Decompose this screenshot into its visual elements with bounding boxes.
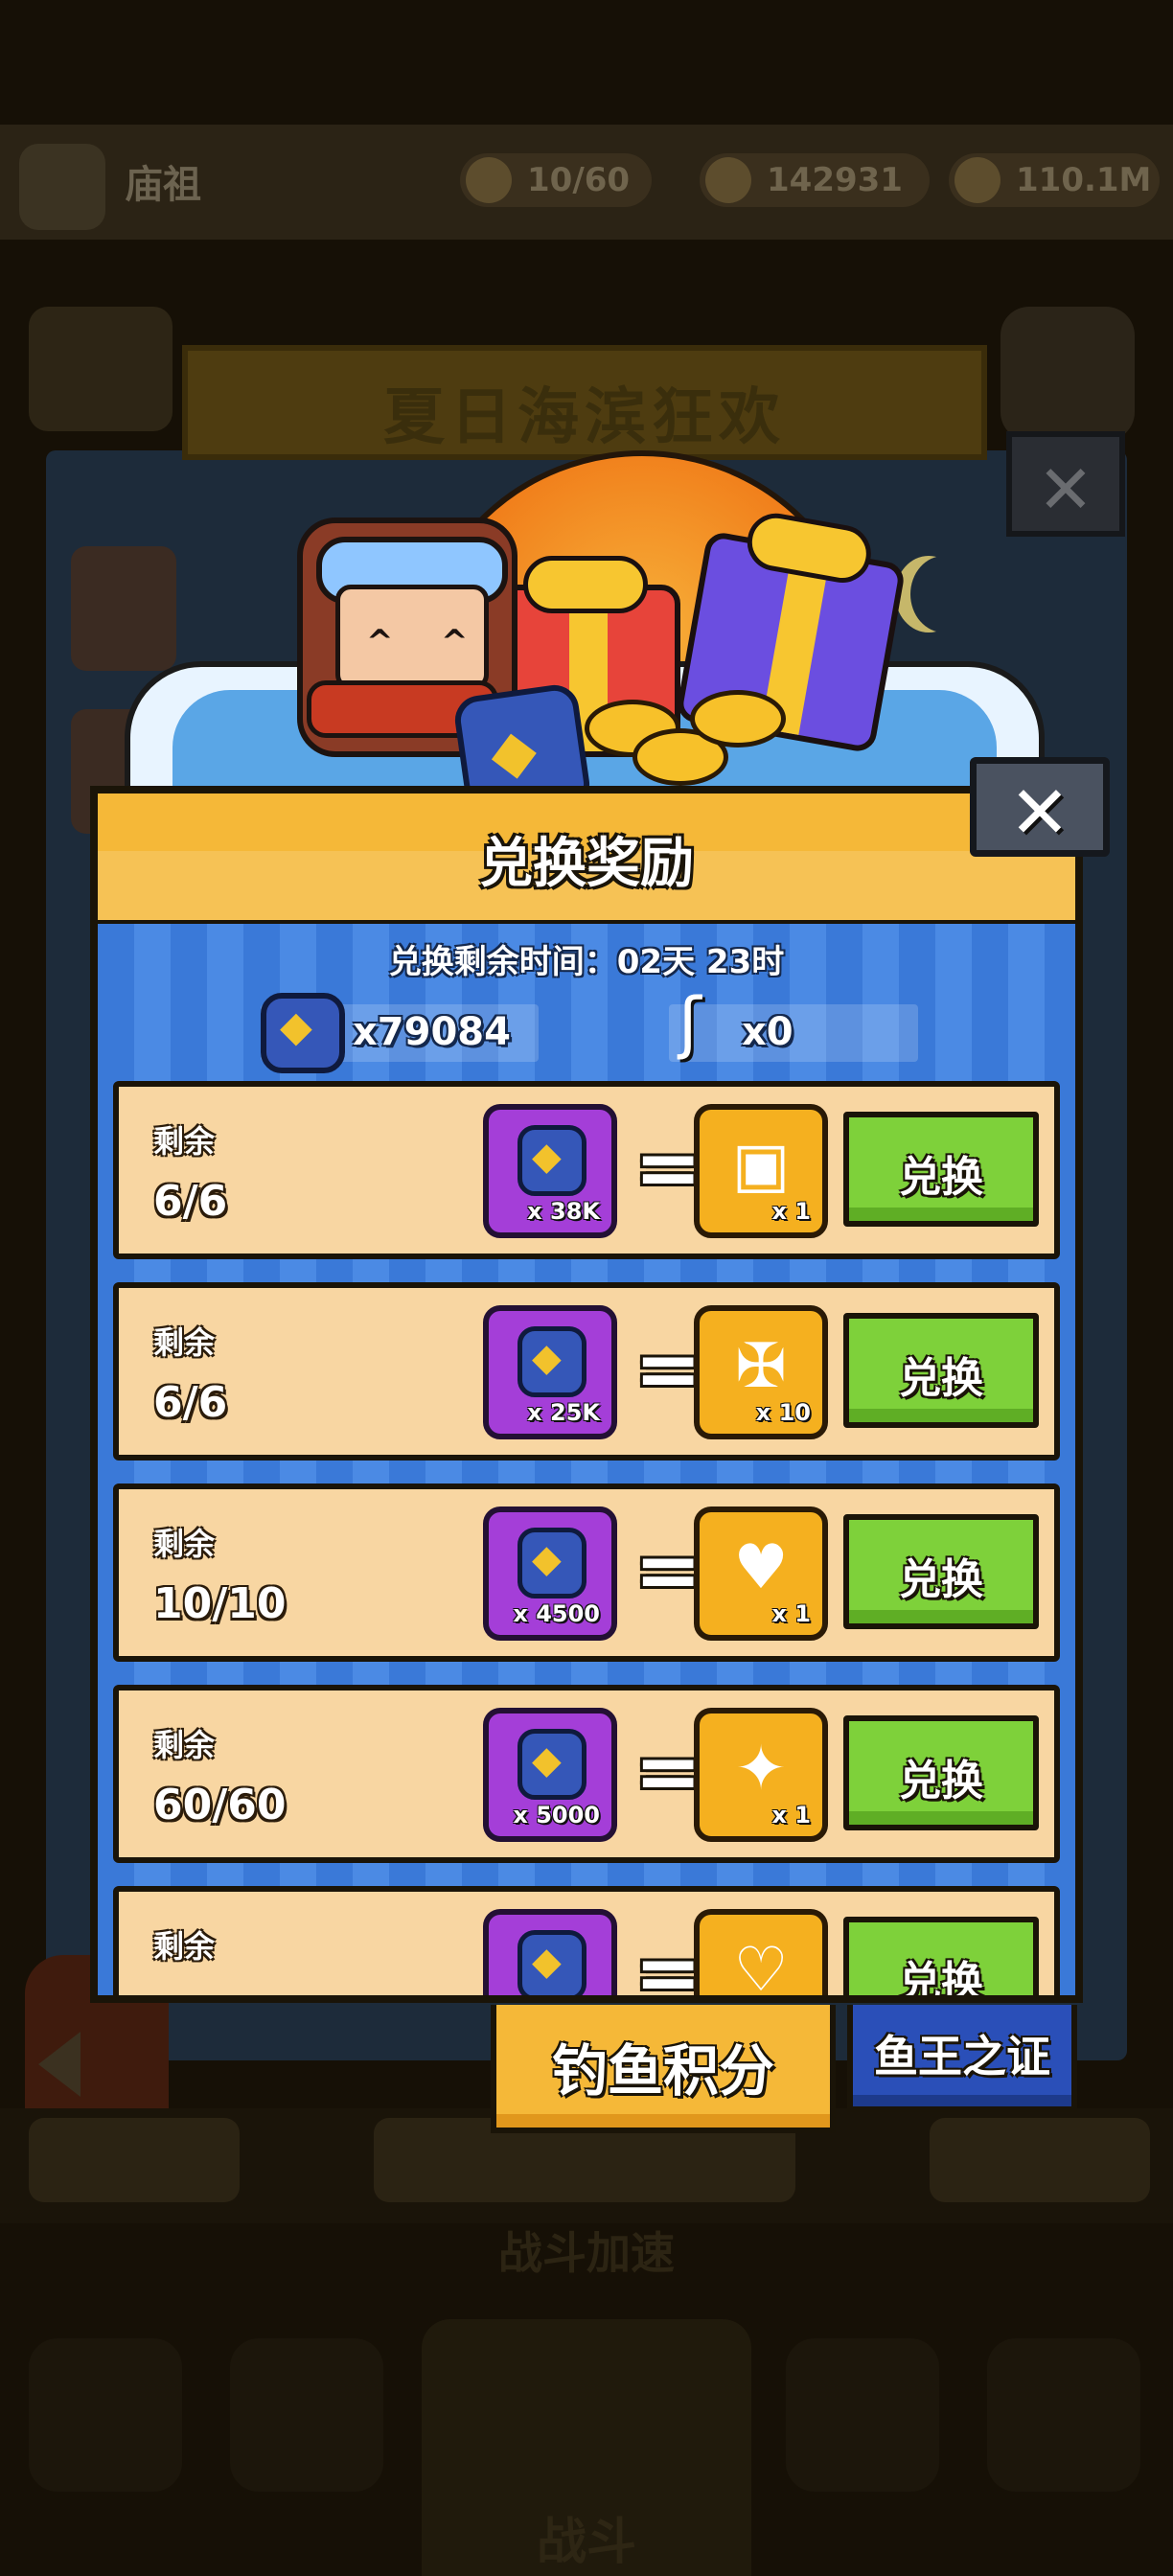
exchange-row: 剩余 ◆ = ♡ 兑换 [113, 1886, 1060, 1995]
treasure-chest-icon: ▣ [731, 1130, 791, 1201]
fish-shield-token-icon: ◆ [518, 1125, 586, 1196]
gem-icon [705, 157, 751, 203]
exchange-button[interactable]: 兑换 [843, 1715, 1039, 1830]
exchange-reward-modal: 兑换奖励 ✕ 兑换剩余时间：02天 23时 ◆ x79084 ʃ x0 剩余 6… [90, 757, 1110, 2003]
reward-quantity: x 1 [771, 1802, 811, 1828]
nav-guild-icon [786, 2338, 939, 2492]
remaining-label: 剩余 [153, 1727, 216, 1763]
exchange-button[interactable]: 兑换 [843, 1917, 1039, 1995]
gold-icon [954, 157, 1000, 203]
fish-shield-token-icon: ◆ [261, 993, 345, 1073]
exchange-timer: 兑换剩余时间：02天 23时 [388, 943, 785, 981]
fish-shield-token-icon: ◆ [518, 1528, 586, 1598]
cost-amount: x 4500 [513, 1600, 600, 1627]
close-icon: ✕ [1009, 770, 1070, 855]
remaining-label: 剩余 [153, 1324, 216, 1361]
reward-quantity: x 1 [771, 1198, 811, 1225]
gold-star-icon: ✦ [735, 1734, 787, 1805]
battle-boost-label: 战斗加速 [498, 2227, 675, 2279]
remaining-count: 60/60 [153, 1781, 287, 1829]
remaining-label: 剩余 [153, 1526, 216, 1562]
exchange-row: 剩余 10/10 ◆ x 4500 = ♥ x 1 兑换 [113, 1484, 1060, 1662]
stamina-icon [466, 157, 512, 203]
exchange-row: 剩余 60/60 ◆ x 5000 = ✦ x 1 兑换 [113, 1685, 1060, 1863]
exchange-row: 剩余 6/6 ◆ x 38K = ▣ x 1 兑换 [113, 1081, 1060, 1259]
reward-tile: ▣ x 1 [694, 1104, 828, 1238]
cost-tile: ◆ [483, 1909, 617, 1995]
moon-art [910, 556, 978, 632]
reward-tile: ✠ x 10 [694, 1305, 828, 1439]
fishing-hook-icon: ʃ [678, 983, 702, 1062]
fish-token-balance: ◆ x79084 [261, 993, 539, 1073]
reward-quantity: x 10 [755, 1399, 811, 1426]
exchange-row: 剩余 6/6 ◆ x 25K = ✠ x 10 兑换 [113, 1282, 1060, 1460]
event-banner: 夏日海滨狂欢 [182, 345, 987, 460]
gold-coin-icon [690, 690, 786, 748]
event-close-button: ✕ [1006, 431, 1125, 537]
equals-icon: = [634, 1724, 702, 1818]
equals-icon: = [634, 1523, 702, 1617]
nav-map-icon [987, 2338, 1140, 2492]
fish-shield-token-icon: ◆ [518, 1729, 586, 1800]
equals-icon: = [634, 1322, 702, 1415]
modal-body: 兑换剩余时间：02天 23时 ◆ x79084 ʃ x0 剩余 6/6 ◆ x … [90, 920, 1083, 2003]
reward-tile: ✦ x 1 [694, 1708, 828, 1842]
modal-header: 兑换奖励 [90, 786, 1083, 920]
gold-counter: 110.1M [949, 153, 1160, 207]
tab-fish-king-proof[interactable]: 鱼王之证 [847, 2005, 1077, 2112]
modal-title: 兑换奖励 [479, 833, 694, 895]
remaining-count: 6/6 [153, 1378, 228, 1427]
remaining-label: 剩余 [153, 1928, 216, 1965]
reward-tile: ♥ x 1 [694, 1506, 828, 1641]
reward-quantity: x 1 [771, 1600, 811, 1627]
bg-action-pill-3 [930, 2118, 1150, 2202]
equals-icon: = [634, 1120, 702, 1214]
exchange-button[interactable]: 兑换 [843, 1313, 1039, 1428]
ribbon-heart-icon: ♡ [733, 1935, 789, 1995]
cost-amount: x 38K [527, 1198, 600, 1225]
player-avatar [19, 144, 105, 230]
close-button[interactable]: ✕ [970, 757, 1110, 857]
player-name: 庙祖 [125, 163, 201, 207]
cost-amount: x 25K [527, 1399, 600, 1426]
bg-action-pill-1 [29, 2118, 240, 2202]
cost-tile: ◆ x 4500 [483, 1506, 617, 1641]
remaining-label: 剩余 [153, 1123, 216, 1160]
equals-icon: = [634, 1925, 702, 1995]
exchange-button[interactable]: 兑换 [843, 1514, 1039, 1629]
cost-tile: ◆ x 38K [483, 1104, 617, 1238]
nav-shop-icon [29, 2338, 182, 2492]
nav-hero-icon [230, 2338, 383, 2492]
fish-shield-token-icon: ◆ [518, 1326, 586, 1397]
back-arrow-icon [38, 2032, 80, 2097]
hook-balance: ʃ x0 [669, 989, 918, 1062]
remaining-count: 6/6 [153, 1177, 228, 1226]
guild-shield-icon [1000, 307, 1135, 441]
exchange-list[interactable]: 剩余 6/6 ◆ x 38K = ▣ x 1 兑换 剩余 6/6 ◆ x 25K… [113, 1081, 1060, 1995]
gem-counter: 142931 [700, 153, 930, 207]
menu-icon [29, 307, 172, 431]
nav-battle-label: 战斗 [536, 2514, 636, 2571]
s-rank-scroll-icon: ✠ [735, 1331, 787, 1402]
cost-tile: ◆ x 5000 [483, 1708, 617, 1842]
cost-tile: ◆ x 25K [483, 1305, 617, 1439]
tab-fishing-points[interactable]: 钓鱼积分 [491, 2005, 836, 2133]
heart-chest-icon: ♥ [733, 1532, 789, 1603]
stamina-counter: 10/60 [460, 153, 652, 207]
remaining-count: 10/10 [153, 1579, 287, 1628]
exchange-button[interactable]: 兑换 [843, 1112, 1039, 1227]
cost-amount: x 5000 [513, 1802, 600, 1828]
side-event-icon [71, 546, 176, 671]
reward-tile: ♡ [694, 1909, 828, 1995]
fish-shield-token-icon: ◆ [518, 1930, 586, 1995]
